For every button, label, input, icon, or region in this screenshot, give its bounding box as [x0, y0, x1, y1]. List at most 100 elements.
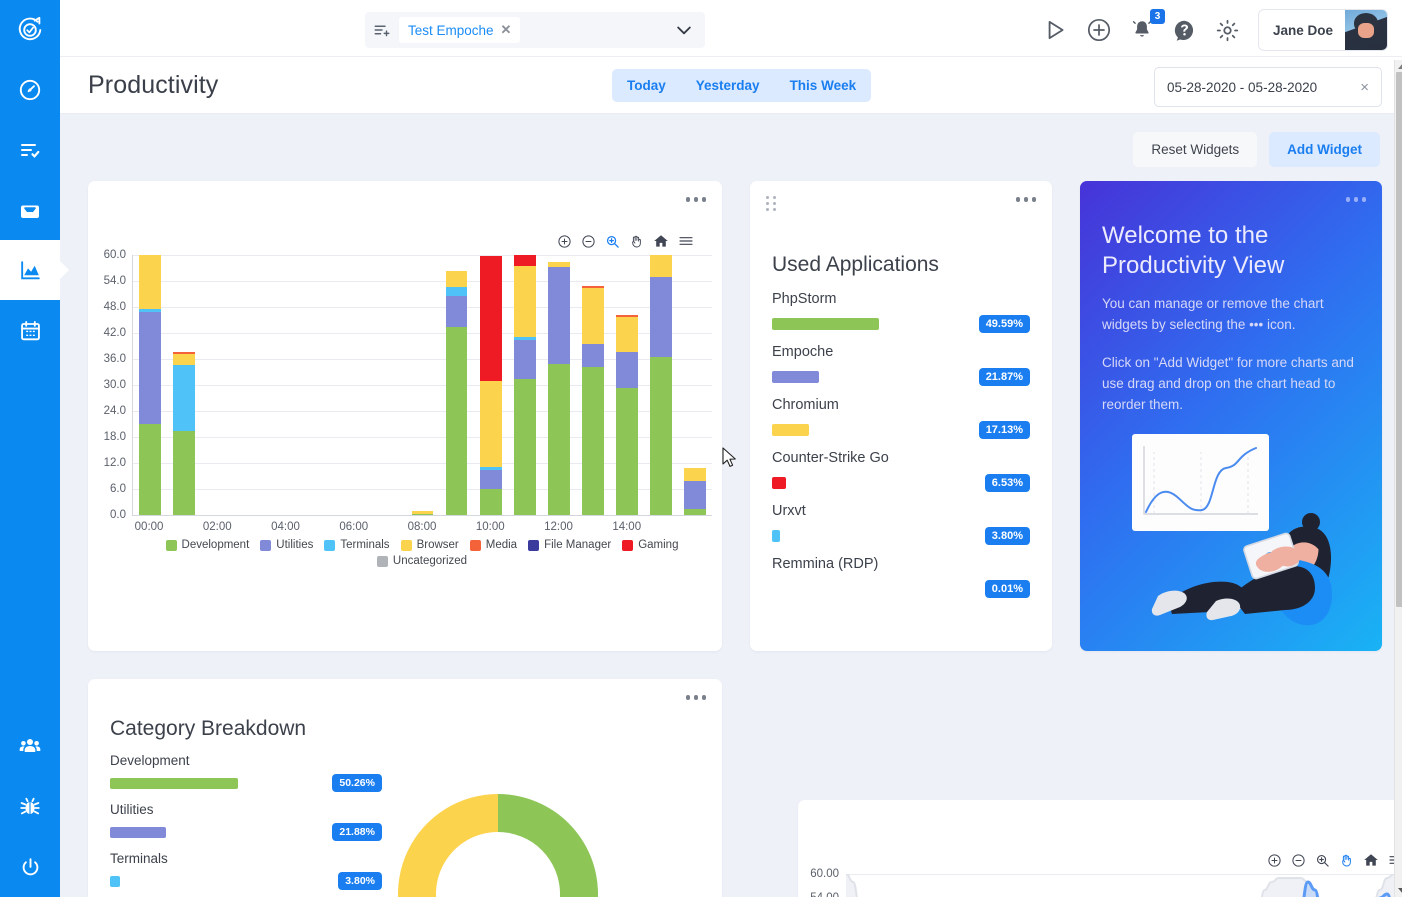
bar-segment[interactable]: [684, 467, 706, 481]
bar-segment[interactable]: [616, 388, 638, 515]
legend-item[interactable]: Media: [469, 539, 517, 551]
play-icon[interactable]: [1042, 17, 1068, 43]
bar-segment[interactable]: [581, 288, 604, 345]
stacked-bar[interactable]: [581, 286, 604, 515]
legend-item[interactable]: Gaming: [622, 539, 678, 551]
app-logo[interactable]: [0, 0, 60, 60]
bar-segment[interactable]: [139, 312, 161, 424]
bar-segment[interactable]: [445, 296, 468, 327]
menu-icon[interactable]: [678, 233, 694, 249]
vertical-scrollbar[interactable]: [1394, 60, 1402, 897]
legend-item[interactable]: File Manager: [528, 539, 611, 551]
stacked-bar[interactable]: [650, 255, 672, 515]
legend-item[interactable]: Browser: [400, 539, 459, 551]
widget-welcome: Welcome to the Productivity View You can…: [1080, 181, 1382, 651]
reset-home-icon[interactable]: [1363, 852, 1379, 868]
stacked-bar[interactable]: [173, 351, 195, 515]
bar-segment[interactable]: [547, 364, 570, 515]
bar-segment[interactable]: [445, 286, 468, 297]
preset-today[interactable]: Today: [612, 69, 681, 102]
add-widget-button[interactable]: Add Widget: [1269, 132, 1380, 167]
bar-segment[interactable]: [173, 430, 195, 515]
scrollbar-thumb[interactable]: [1396, 72, 1402, 607]
user-menu[interactable]: Jane Doe: [1257, 9, 1388, 51]
sidebar-item-team[interactable]: [0, 717, 60, 777]
bar-segment[interactable]: [479, 469, 502, 489]
reset-widgets-button[interactable]: Reset Widgets: [1133, 132, 1258, 167]
bar-segment[interactable]: [684, 480, 706, 509]
stacked-bar[interactable]: [684, 467, 706, 515]
selection-zoom-icon[interactable]: [1315, 853, 1330, 868]
sidebar-item-dashboard[interactable]: [0, 60, 60, 120]
sidebar-item-inbox[interactable]: [0, 180, 60, 240]
pan-icon[interactable]: [629, 234, 644, 249]
bar-segment[interactable]: [650, 357, 672, 515]
bar-segment[interactable]: [445, 271, 468, 287]
sidebar-item-logout[interactable]: [0, 837, 60, 897]
bar-segment[interactable]: [513, 378, 536, 515]
zoom-out-icon[interactable]: [581, 234, 596, 249]
bar-segment[interactable]: [139, 255, 161, 309]
x-axis-tick: 06:00: [339, 521, 369, 533]
gear-icon[interactable]: [1215, 18, 1240, 43]
preset-this-week[interactable]: This Week: [775, 69, 872, 102]
scroll-up-arrow-icon[interactable]: [1398, 63, 1402, 69]
bar-segment[interactable]: [479, 380, 502, 467]
bar-segment[interactable]: [616, 351, 638, 389]
bar-segment[interactable]: [581, 366, 604, 515]
stacked-bar[interactable]: [139, 255, 161, 515]
plus-circle-icon[interactable]: [1086, 17, 1112, 43]
bar-segment[interactable]: [173, 354, 195, 365]
stacked-bar[interactable]: [445, 271, 468, 515]
sidebar-item-tasks[interactable]: [0, 120, 60, 180]
date-range-input[interactable]: [1167, 79, 1355, 95]
sidebar-item-bugs[interactable]: [0, 777, 60, 837]
bar-segment[interactable]: [513, 255, 536, 266]
bar-segment[interactable]: [581, 344, 604, 367]
clear-date-icon[interactable]: ×: [1354, 79, 1369, 96]
bar-segment[interactable]: [650, 255, 672, 277]
legend-item[interactable]: Utilities: [260, 539, 313, 551]
bar-segment[interactable]: [479, 488, 502, 515]
legend-item[interactable]: Terminals: [324, 539, 390, 551]
legend-item[interactable]: Uncategorized: [376, 555, 467, 567]
selection-zoom-icon[interactable]: [605, 234, 620, 249]
pan-icon[interactable]: [1339, 853, 1354, 868]
widget-menu-icon[interactable]: [685, 197, 706, 202]
drag-handle[interactable]: [766, 196, 777, 211]
notification-badge: 3: [1149, 9, 1165, 24]
bell-icon[interactable]: 3: [1130, 9, 1165, 42]
bar-segment[interactable]: [547, 266, 570, 365]
widget-menu-icon[interactable]: [1345, 197, 1366, 202]
bar-segment[interactable]: [445, 326, 468, 515]
list-plus-icon[interactable]: [373, 21, 391, 39]
stacked-bar[interactable]: [547, 262, 570, 515]
reset-home-icon[interactable]: [653, 233, 669, 249]
bar-segment[interactable]: [513, 339, 536, 379]
stacked-bar[interactable]: [479, 256, 502, 515]
sidebar-item-calendar[interactable]: [0, 300, 60, 360]
question-circle-icon[interactable]: [1172, 18, 1197, 43]
widget-menu-icon[interactable]: [685, 695, 706, 700]
zoom-out-icon[interactable]: [1291, 853, 1306, 868]
bar-segment[interactable]: [173, 364, 195, 431]
chevron-down-icon[interactable]: [674, 20, 697, 40]
scroll-down-arrow-icon[interactable]: [1398, 888, 1402, 894]
zoom-in-icon[interactable]: [1267, 853, 1282, 868]
project-tab[interactable]: Test Empoche ✕: [399, 17, 521, 43]
stacked-bar[interactable]: [616, 314, 638, 515]
bar-segment[interactable]: [616, 316, 638, 352]
sidebar-item-reports[interactable]: [0, 240, 69, 300]
zoom-in-icon[interactable]: [557, 234, 572, 249]
stacked-bar[interactable]: [513, 255, 536, 515]
bar-segment[interactable]: [513, 265, 536, 338]
application-name: Remmina (RDP): [772, 556, 879, 572]
widget-menu-icon[interactable]: [1015, 197, 1036, 202]
close-icon[interactable]: ✕: [501, 22, 512, 38]
bar-segment[interactable]: [479, 256, 502, 381]
bar-segment[interactable]: [139, 424, 161, 515]
bar-segment[interactable]: [650, 276, 672, 358]
date-range-field[interactable]: ×: [1154, 67, 1382, 107]
preset-yesterday[interactable]: Yesterday: [681, 69, 775, 102]
legend-item[interactable]: Development: [165, 539, 249, 551]
